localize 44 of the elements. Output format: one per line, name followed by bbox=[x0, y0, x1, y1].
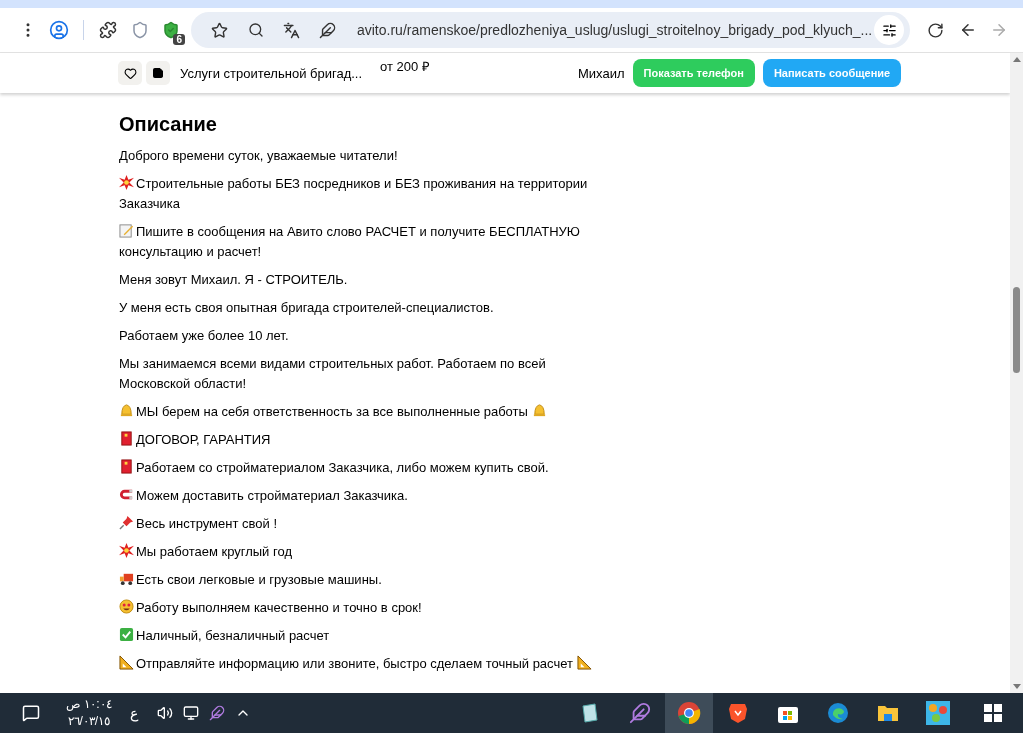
description-paragraph: Работаем со стройматериалом Заказчика, либо можем купить свой. bbox=[119, 458, 609, 478]
triangle-ruler-icon bbox=[119, 655, 134, 670]
clock[interactable]: ١٠:٠٤ ص ٢٦/٠٣/١٥ bbox=[66, 696, 112, 730]
description-paragraph: МЫ берем на себя ответственность за все выполненные работы bbox=[119, 402, 609, 422]
description-paragraph: Работу выполняем качественно и точно в срок! bbox=[119, 598, 609, 618]
note-icon bbox=[152, 67, 164, 79]
favorite-button[interactable] bbox=[118, 61, 142, 85]
description-paragraph: Меня зовут Михаил. Я - СТРОИТЕЛЬ. bbox=[119, 271, 349, 289]
seller-name: Михаил bbox=[578, 65, 625, 81]
description-paragraph: Наличный, безналичный расчет bbox=[119, 626, 609, 646]
pushpin-icon bbox=[119, 515, 134, 530]
bell-icon bbox=[119, 403, 134, 418]
heart-icon bbox=[123, 66, 137, 80]
check-mark-icon bbox=[119, 627, 134, 642]
description-paragraph: Доброго времени суток, уважаемые читатели! bbox=[119, 147, 399, 165]
chrome-icon[interactable] bbox=[665, 693, 713, 733]
input-language[interactable]: ع bbox=[129, 705, 138, 721]
listing-price: от 200 ₽ bbox=[380, 58, 431, 75]
description-paragraph: ДОГОВОР, ГАРАНТИЯ bbox=[119, 430, 609, 450]
description-paragraph: Работаем уже более 10 лет. bbox=[119, 327, 290, 345]
section-heading: Описание bbox=[119, 113, 218, 136]
magnet-icon bbox=[119, 487, 134, 502]
note-button[interactable] bbox=[146, 61, 170, 85]
card-icon bbox=[119, 459, 134, 474]
star-eyes-face-icon bbox=[119, 599, 134, 614]
description-paragraph: Отправляйте информацию или звоните, быстро сделаем точный расчет bbox=[119, 654, 609, 674]
description-paragraph: Пишите в сообщения на Авито слово РАСЧЕТ и получите БЕСПЛАТНУЮ консультацию и расчет! bbox=[119, 222, 581, 261]
description-paragraph: Строительные работы БЕЗ посредников и БЕЗ проживания на территории Заказчика bbox=[119, 174, 589, 213]
scrollbar[interactable] bbox=[1010, 53, 1023, 693]
description-paragraph: Мы занимаемся всеми видами строительных работ. Работаем по всей Московской области! bbox=[119, 355, 547, 393]
address-bar[interactable]: avito.ru/ramenskoe/predlozheniya_uslug/uslugi_stroitelnoy_brigady_pod_klyuch_... bbox=[190, 12, 911, 48]
description-paragraph: У меня есть своя опытная бригада строителей-специалистов. bbox=[119, 299, 495, 317]
listing-title: Услуги строительной бригад... bbox=[180, 65, 364, 81]
explosion-icon bbox=[119, 543, 134, 558]
explosion-icon bbox=[119, 175, 134, 190]
memo-icon bbox=[119, 223, 134, 238]
card-icon bbox=[119, 431, 134, 446]
description-paragraph: Мы работаем круглый год bbox=[119, 542, 609, 562]
site-settings-icon[interactable] bbox=[874, 15, 905, 45]
description-paragraph: Есть свои легковые и грузовые машины. bbox=[119, 570, 609, 590]
truck-icon bbox=[119, 571, 134, 586]
description-paragraph: Весь инструмент свой ! bbox=[119, 514, 609, 534]
description-paragraph: Можем доставить стройматериал Заказчика. bbox=[119, 486, 609, 506]
extension-badge: 6 bbox=[173, 34, 185, 45]
